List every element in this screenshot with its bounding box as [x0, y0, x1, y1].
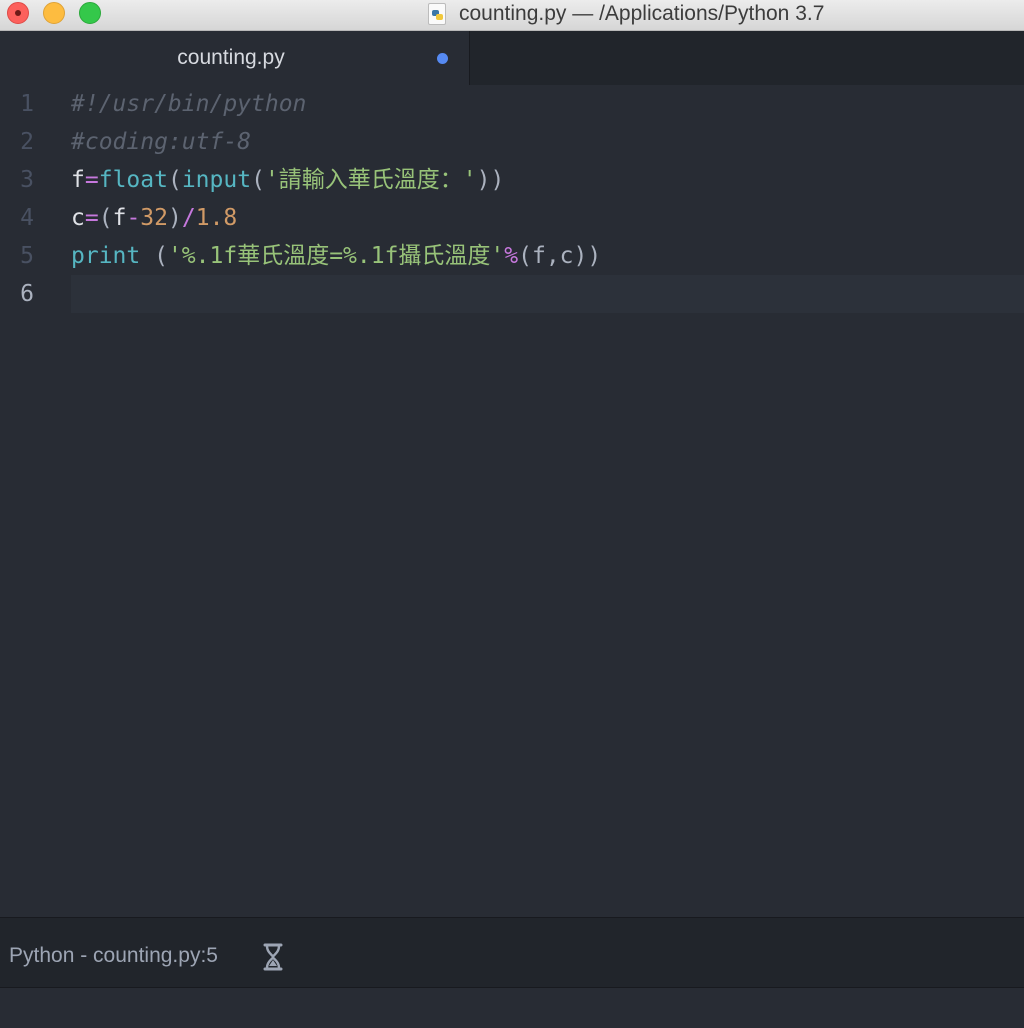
code-line[interactable]: 6	[0, 275, 1024, 313]
code-token: (	[98, 205, 113, 231]
code-token: input	[181, 167, 252, 193]
code-line[interactable]: 2 #coding:utf-8	[0, 123, 1024, 161]
code-line[interactable]: 4 c=(f-32)/1.8	[0, 199, 1024, 237]
code-token: f	[71, 167, 85, 193]
code-token: =	[84, 167, 99, 193]
code-token: c	[71, 205, 85, 231]
line-number: 3	[20, 167, 34, 193]
code-token: %	[504, 243, 519, 269]
code-line[interactable]: 3 f=float(input('請輸入華氏溫度：'))	[0, 161, 1024, 199]
code-text[interactable]: #coding:utf-8	[71, 123, 1024, 161]
code-text[interactable]	[71, 275, 1024, 313]
modified-dot-icon[interactable]	[437, 53, 448, 64]
code-line[interactable]: 1 #!/usr/bin/python	[0, 85, 1024, 123]
code-token: 1.8	[195, 205, 238, 231]
code-token: -	[126, 205, 141, 231]
close-icon[interactable]	[7, 2, 29, 24]
window-title-text: counting.py — /Applications/Python 3.7	[459, 1, 825, 25]
code-editor[interactable]: 1 #!/usr/bin/python 2 #coding:utf-8 3 f=float…	[0, 85, 1024, 917]
code-token: #coding:utf-8	[71, 129, 252, 155]
maximize-icon[interactable]	[79, 2, 101, 24]
code-text[interactable]: #!/usr/bin/python	[71, 85, 1024, 123]
line-number: 4	[20, 205, 34, 231]
code-text[interactable]: print ('%.1f華氏溫度=%.1f攝氏溫度'%(f,c))	[71, 237, 1024, 275]
code-token: =	[84, 205, 99, 231]
minimize-icon[interactable]	[43, 2, 65, 24]
line-number: 5	[20, 243, 34, 269]
line-number: 2	[20, 129, 34, 155]
code-token: #!/usr/bin/python	[71, 91, 307, 117]
window-title: counting.py — /Applications/Python 3.7	[428, 0, 824, 27]
code-token: print	[71, 243, 141, 269]
code-token: '%.1f華氏溫度=%.1f攝氏溫度'	[167, 243, 505, 269]
code-token: (	[251, 167, 265, 193]
code-token: (	[140, 243, 168, 269]
code-token: f	[112, 205, 127, 231]
title-bar: counting.py — /Applications/Python 3.7	[0, 0, 1024, 31]
code-token: (	[167, 167, 182, 193]
line-number: 6	[20, 281, 34, 307]
code-text[interactable]: f=float(input('請輸入華氏溫度：'))	[71, 161, 1024, 199]
code-token: /	[181, 205, 196, 231]
python-file-icon	[428, 2, 446, 25]
tab-label: counting.py	[177, 46, 285, 69]
code-token: )	[168, 205, 182, 231]
code-token: 32	[140, 205, 168, 231]
tab-counting-py[interactable]: counting.py	[0, 31, 470, 85]
line-number: 1	[20, 91, 34, 117]
code-token: float	[98, 167, 168, 193]
code-line[interactable]: 5 print ('%.1f華氏溫度=%.1f攝氏溫度'%(f,c))	[0, 237, 1024, 275]
code-text[interactable]: c=(f-32)/1.8	[71, 199, 1024, 237]
code-token: ))	[476, 167, 505, 193]
code-token: (f,c))	[518, 243, 602, 269]
code-token: '請輸入華氏溫度：'	[264, 167, 477, 193]
hourglass-icon	[263, 943, 283, 971]
status-bar: Python - counting.py:5	[0, 917, 1024, 987]
tab-bar: counting.py	[0, 31, 1024, 85]
bottom-strip	[0, 987, 1024, 1028]
status-grammar-file[interactable]: Python - counting.py:5	[9, 944, 218, 968]
